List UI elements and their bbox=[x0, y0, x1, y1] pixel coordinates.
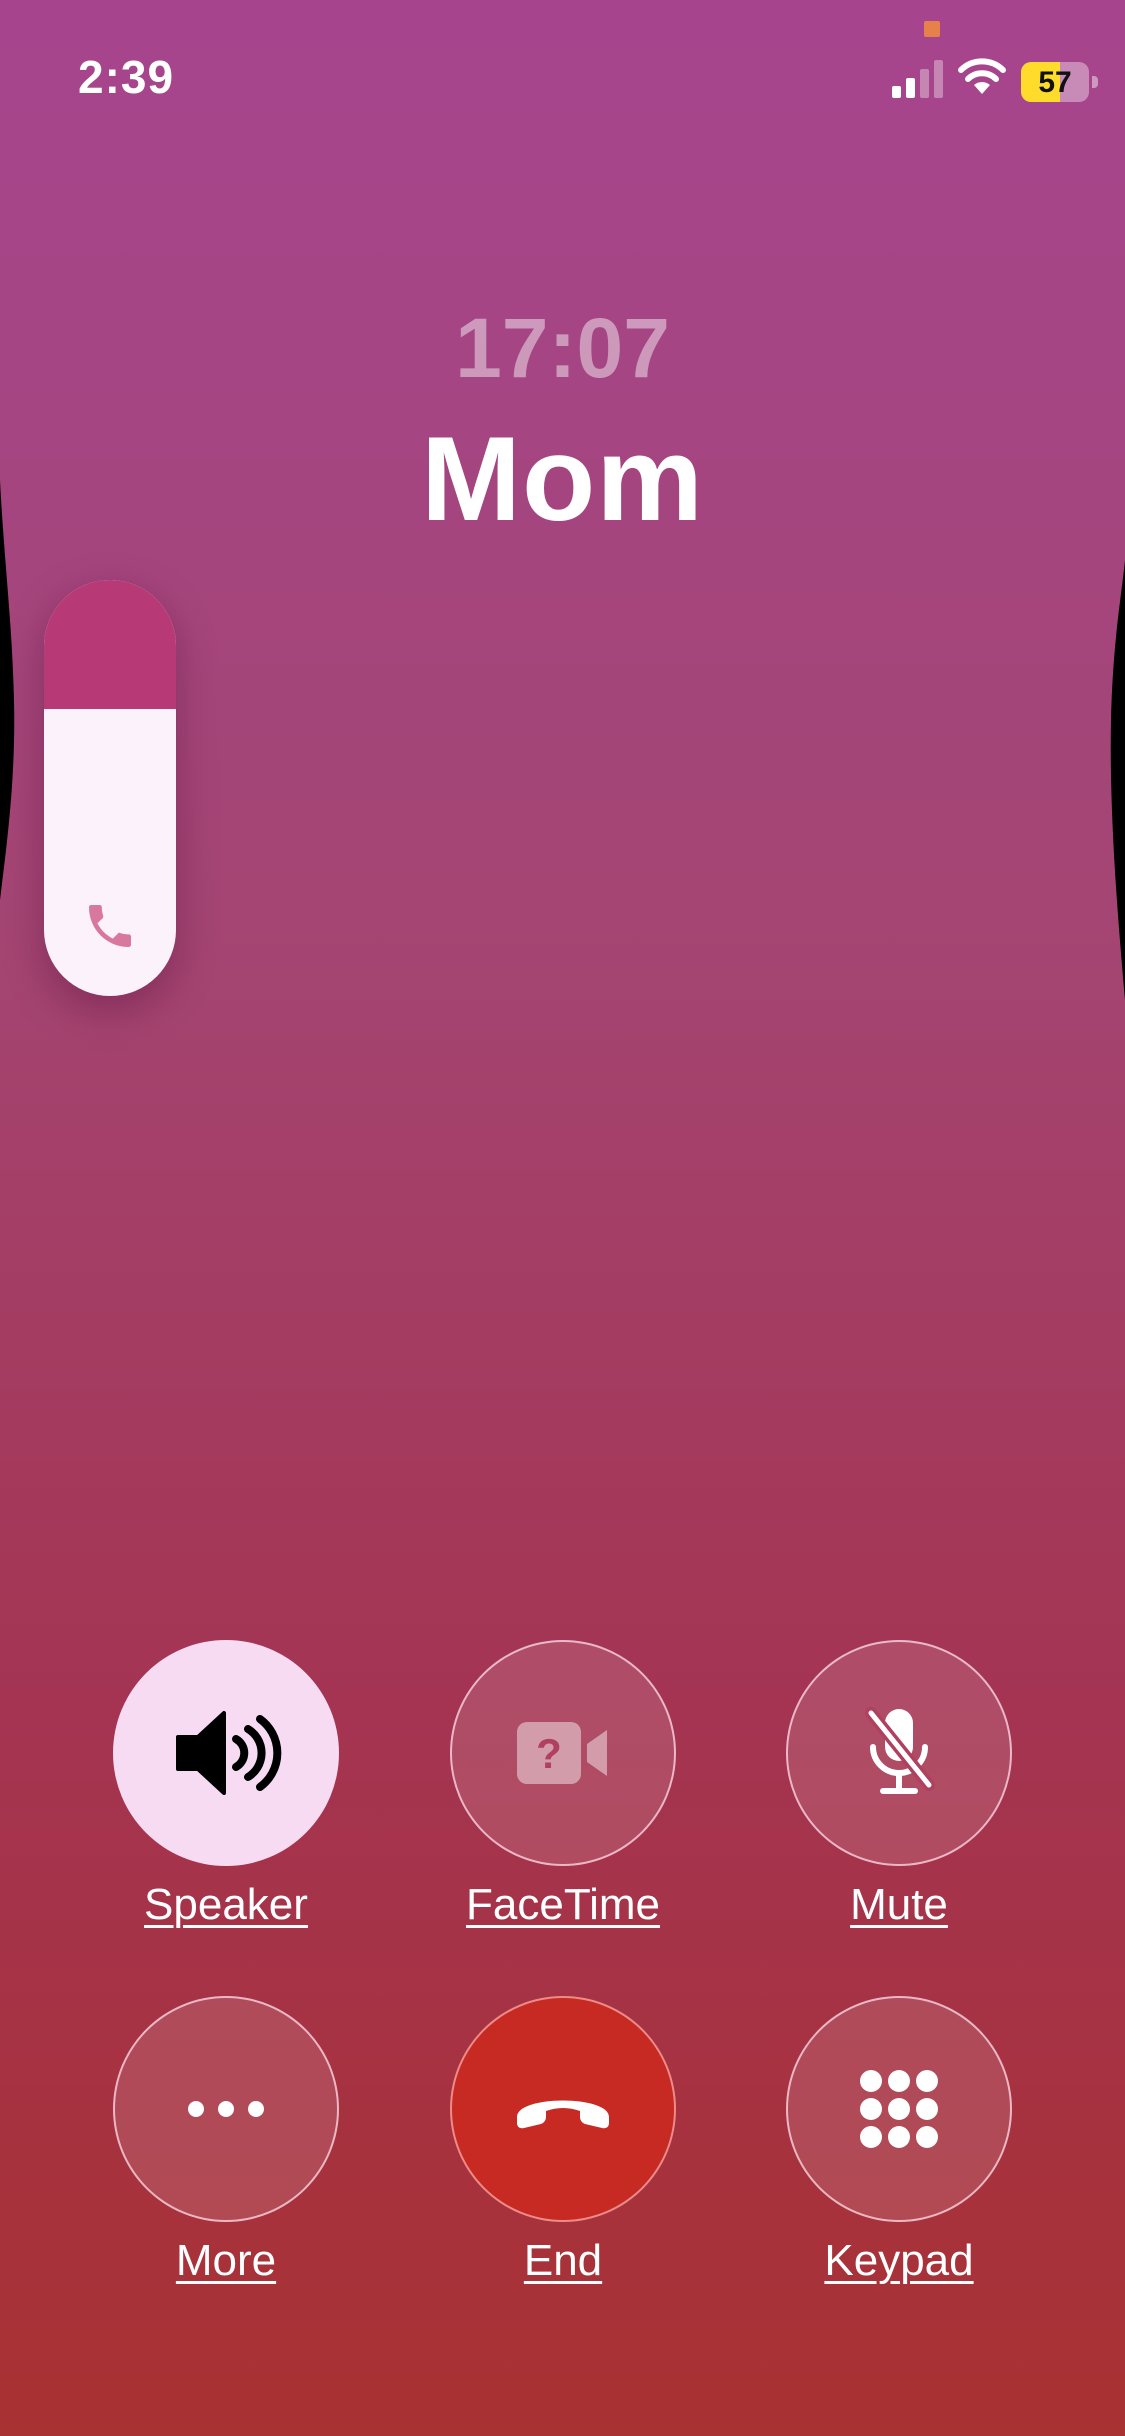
battery-cap bbox=[1092, 76, 1098, 88]
call-screen: 2:39 57 17:07 Mom Speaker ? FaceTime Mut… bbox=[0, 0, 1125, 2436]
privacy-indicator-dot bbox=[924, 21, 940, 37]
svg-text:?: ? bbox=[536, 1730, 562, 1777]
keypad-label[interactable]: Keypad bbox=[749, 2236, 1049, 2286]
more-button[interactable] bbox=[113, 1996, 339, 2222]
call-duration: 17:07 bbox=[455, 301, 670, 395]
facetime-button[interactable]: ? bbox=[450, 1640, 676, 1866]
keypad-button[interactable] bbox=[786, 1996, 1012, 2222]
wifi-icon bbox=[958, 58, 1006, 94]
speaker-button[interactable] bbox=[113, 1640, 339, 1866]
facetime-label[interactable]: FaceTime bbox=[413, 1880, 713, 1930]
phone-icon bbox=[89, 905, 131, 947]
video-question-icon: ? bbox=[517, 1722, 607, 1784]
end-label[interactable]: End bbox=[413, 2236, 713, 2286]
phone-down-icon bbox=[517, 2100, 609, 2129]
mute-label[interactable]: Mute bbox=[749, 1880, 1049, 1930]
volume-slider[interactable] bbox=[44, 580, 176, 996]
end-call-button[interactable] bbox=[450, 1996, 676, 2222]
caller-name: Mom bbox=[421, 412, 704, 546]
volume-empty-track bbox=[44, 580, 176, 709]
battery-level: 57 bbox=[1038, 66, 1072, 99]
more-label[interactable]: More bbox=[76, 2236, 376, 2286]
speaker-wave-icon bbox=[176, 1711, 282, 1795]
ellipsis-icon bbox=[188, 2101, 264, 2117]
status-bar-time: 2:39 bbox=[78, 51, 175, 103]
keypad-grid-icon bbox=[860, 2070, 938, 2148]
mic-slash-icon bbox=[865, 1707, 935, 1794]
battery-indicator: 57 bbox=[1021, 62, 1089, 102]
speaker-label[interactable]: Speaker bbox=[76, 1880, 376, 1930]
mute-button[interactable] bbox=[786, 1640, 1012, 1866]
cellular-signal-icon bbox=[892, 60, 943, 98]
